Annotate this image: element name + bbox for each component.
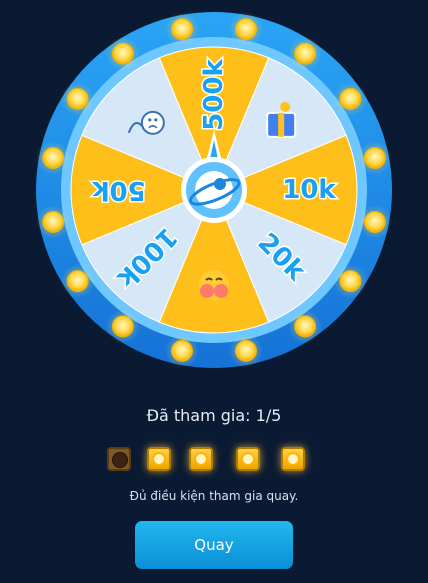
sad-eye [154,118,158,122]
ring-coin-icon [66,87,89,110]
ring-coin-icon [234,339,257,362]
sad-eye [148,118,152,122]
gift-ribbon [278,112,285,137]
lucky-wheel-screen: 500k 10k 20k 100k 50k Đã tham gia: 1/5 Đủ đi… [0,0,428,583]
ring-coin-icon [363,147,386,170]
blush-hand [214,284,228,298]
used-spin-slot [107,447,131,471]
sad-face-icon [140,110,165,135]
ring-coin-icon [42,210,65,233]
available-spin-slot [236,447,260,471]
ring-coin-icon [42,147,65,170]
lucky-wheel[interactable]: 500k 10k 20k 100k 50k [0,0,428,400]
ring-coin-icon [339,87,362,110]
planet-star [214,178,226,190]
participation-count: Đã tham gia: 1/5 [146,406,282,425]
ring-coin-icon [234,18,257,41]
wheel-prize-label: 50k [92,175,146,205]
ring-coin-icon [171,339,194,362]
gift-bow [280,101,291,112]
ring-coin-icon [111,315,134,338]
ring-coin-icon [339,270,362,293]
blush-hand [200,284,214,298]
wheel-prize-label: 10k [282,175,336,205]
ring-coin-icon [294,42,317,65]
spin-slots [0,447,428,473]
eligibility-message: Đủ điều kiện tham gia quay. [129,489,299,503]
ring-coin-icon [363,210,386,233]
ring-coin-icon [111,42,134,65]
wheel-prize-label: 500k [199,59,229,131]
ring-coin-icon [294,315,317,338]
ring-coin-icon [171,18,194,41]
available-spin-slot [147,447,171,471]
available-spin-slot [281,447,305,471]
spin-button[interactable]: Quay [135,521,293,569]
ring-coin-icon [66,270,89,293]
available-spin-slot [189,447,213,471]
wheel-svg[interactable]: 500k10k20k100k50k [0,0,428,400]
